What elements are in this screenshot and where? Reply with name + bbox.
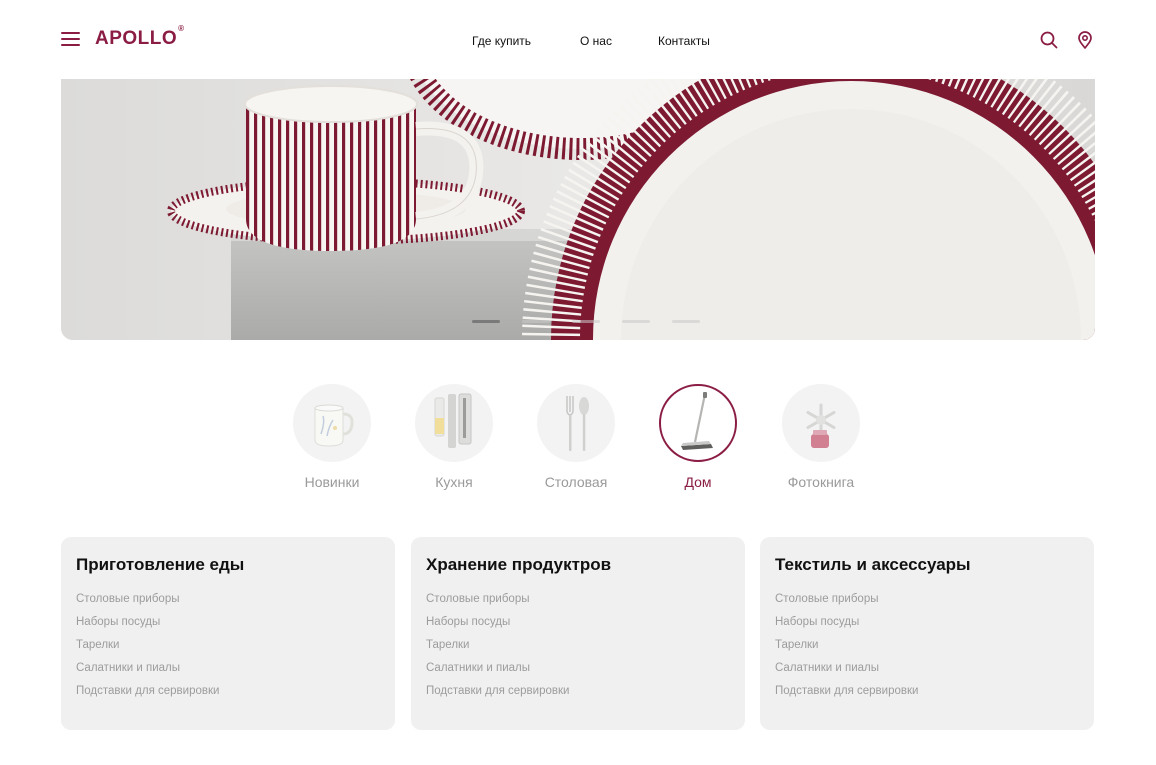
slider-dot-2[interactable] — [522, 320, 550, 323]
card-title: Приготовление еды — [76, 555, 245, 574]
category-label: Новинки — [304, 474, 360, 490]
category-dining[interactable]: Столовая — [531, 384, 621, 490]
card-link[interactable]: Наборы посуды — [76, 616, 380, 639]
category-label: Кухня — [435, 474, 473, 490]
category-label: Столовая — [544, 474, 608, 490]
card-link[interactable]: Столовые приборы — [426, 593, 730, 616]
card-link[interactable]: Тарелки — [76, 639, 380, 662]
category-kitchen[interactable]: Кухня — [409, 384, 499, 490]
nav-where-to-buy[interactable]: Где купить — [472, 34, 531, 48]
search-icon[interactable] — [1039, 30, 1059, 50]
nav-contacts[interactable]: Контакты — [658, 34, 710, 48]
category-card-cooking: Приготовление еды Столовые приборы Набор… — [61, 537, 395, 730]
card-link-list: Столовые приборы Наборы посуды Тарелки С… — [426, 593, 730, 708]
mop-icon — [659, 384, 737, 462]
hero-image — [61, 79, 1095, 340]
card-link[interactable]: Подставки для сервировки — [426, 685, 730, 708]
location-pin-icon[interactable] — [1075, 30, 1095, 50]
slider-dot-4[interactable] — [622, 320, 650, 323]
card-link[interactable]: Наборы посуды — [426, 616, 730, 639]
category-home[interactable]: Дом — [653, 384, 743, 490]
card-title: Хранение продуктров — [426, 555, 612, 574]
nav-about[interactable]: О нас — [580, 34, 612, 48]
category-new[interactable]: Новинки — [287, 384, 377, 490]
card-title: Текстиль и аксессуары — [775, 555, 971, 574]
kitchen-tools-icon — [415, 384, 493, 462]
slider-dot-1[interactable] — [472, 320, 500, 323]
logo[interactable]: APOLLO® — [95, 24, 185, 50]
hero-banner[interactable] — [61, 79, 1095, 340]
card-link[interactable]: Тарелки — [775, 639, 1079, 662]
card-link[interactable]: Подставки для сервировки — [775, 685, 1079, 708]
category-card-textile: Текстиль и аксессуары Столовые приборы Н… — [760, 537, 1094, 730]
menu-icon[interactable] — [61, 30, 80, 48]
slider-dots — [472, 320, 702, 324]
card-link[interactable]: Салатники и пиалы — [775, 662, 1079, 685]
slider-dot-3[interactable] — [572, 320, 600, 323]
category-label: Дом — [684, 474, 712, 490]
card-link-list: Столовые приборы Наборы посуды Тарелки С… — [775, 593, 1079, 708]
card-link[interactable]: Салатники и пиалы — [76, 662, 380, 685]
header: APOLLO® Где купить О нас Контакты — [61, 0, 1095, 79]
category-card-storage: Хранение продуктров Столовые приборы Наб… — [411, 537, 745, 730]
card-link[interactable]: Салатники и пиалы — [426, 662, 730, 685]
slider-dot-5[interactable] — [672, 320, 700, 323]
card-link[interactable]: Тарелки — [426, 639, 730, 662]
category-photobook[interactable]: Фотокнига — [776, 384, 866, 490]
page: APOLLO® Где купить О нас Контакты Новинк… — [0, 0, 1156, 765]
card-link[interactable]: Подставки для сервировки — [76, 685, 380, 708]
card-link[interactable]: Наборы посуды — [775, 616, 1079, 639]
card-link[interactable]: Столовые приборы — [76, 593, 380, 616]
snowflake-ornament-icon — [782, 384, 860, 462]
logo-text: APOLLO — [95, 28, 178, 49]
category-label: Фотокнига — [787, 474, 855, 490]
registered-mark: ® — [178, 23, 185, 33]
card-link-list: Столовые приборы Наборы посуды Тарелки С… — [76, 593, 380, 708]
cutlery-icon — [537, 384, 615, 462]
mug-icon — [293, 384, 371, 462]
card-link[interactable]: Столовые приборы — [775, 593, 1079, 616]
